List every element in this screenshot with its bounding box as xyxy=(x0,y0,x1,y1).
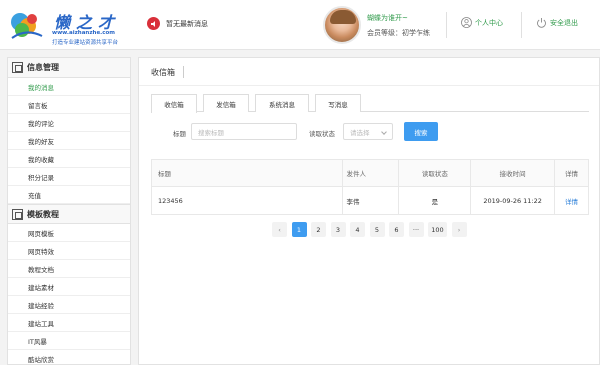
sidebar-group-templates[interactable]: 模板教程 xyxy=(8,204,130,224)
column-header-received-time[interactable]: 接收时间 xyxy=(470,159,555,187)
page-title: 收信箱 xyxy=(151,68,175,77)
cell-read-status: 是 xyxy=(398,186,471,215)
user-name: 蝴蝶为谁开~ xyxy=(367,13,408,22)
header-divider xyxy=(446,12,447,38)
sidebar-group-title: 信息管理 xyxy=(27,63,59,72)
logout-link[interactable]: 安全退出 xyxy=(536,17,578,28)
tab-inbox[interactable]: 收信箱 xyxy=(151,94,197,113)
page-ellipsis: ··· xyxy=(408,222,424,237)
status-filter-label: 读取状态 xyxy=(309,130,335,138)
tab-write-message[interactable]: 写消息 xyxy=(315,94,361,112)
notice-text: 暂无最新消息 xyxy=(166,19,208,28)
main-panel: 收信箱 收信箱 发信箱 系统消息 写消息 标题 搜索标题 读取状态 请选择 搜索… xyxy=(138,57,600,365)
user-block: 蝴蝶为谁开~ 会员等级：初学乍练 xyxy=(323,5,430,45)
site-logo[interactable]: 懒之才 www.aizhanzhe.com 打造专业建站资源共享平台 xyxy=(6,6,136,46)
column-header-detail: 详情 xyxy=(554,159,589,187)
sidebar-item-guestbook[interactable]: 留言板 xyxy=(8,96,130,114)
column-header-read-status[interactable]: 读取状态 xyxy=(398,159,471,187)
page-button-5[interactable]: 5 xyxy=(369,222,385,237)
prev-page-button[interactable]: ‹ xyxy=(272,222,287,237)
user-level: 会员等级：初学乍练 xyxy=(367,28,430,37)
sidebar-item-my-friends[interactable]: 我的好友 xyxy=(8,132,130,150)
tab-outbox[interactable]: 发信箱 xyxy=(203,94,249,112)
page-button-3[interactable]: 3 xyxy=(330,222,346,237)
title-filter-label: 标题 xyxy=(173,130,186,138)
pagination: ‹ 1 2 3 4 5 6 ··· 100 › xyxy=(272,222,471,237)
page-button-100[interactable]: 100 xyxy=(428,222,447,237)
cell-detail: 详情 xyxy=(554,186,589,215)
power-icon xyxy=(537,18,546,28)
column-header-title[interactable]: 标题 xyxy=(151,159,343,187)
next-page-button[interactable]: › xyxy=(451,222,467,237)
table-header-row: 标题 发件人 读取状态 接收时间 详情 xyxy=(151,159,589,187)
search-button[interactable]: 搜索 xyxy=(404,122,438,141)
status-select-placeholder: 请选择 xyxy=(350,128,370,137)
cell-sender: 李伟 xyxy=(341,186,399,215)
logo-mark-icon xyxy=(11,13,43,39)
user-info: 蝴蝶为谁开~ 会员等级：初学乍练 xyxy=(367,13,430,38)
user-center-link[interactable]: 个人中心 xyxy=(461,17,503,28)
sidebar-item-web-templates[interactable]: 网页模板 xyxy=(8,224,130,242)
title-search-input[interactable]: 搜索标题 xyxy=(191,123,297,140)
top-header: 懒之才 www.aizhanzhe.com 打造专业建站资源共享平台 暂无最新消… xyxy=(0,0,600,50)
user-icon xyxy=(461,17,472,28)
sidebar-item-tutorials[interactable]: 教程文档 xyxy=(8,260,130,278)
sidebar: 信息管理 我的消息 留言板 我的评论 我的好友 我的收藏 积分记录 充值 模板教… xyxy=(7,57,131,365)
filter-bar: 标题 搜索标题 读取状态 请选择 搜索 xyxy=(151,122,589,144)
sidebar-item-recharge[interactable]: 充值 xyxy=(8,186,130,204)
cell-title: 123456 xyxy=(151,186,343,215)
templates-icon xyxy=(12,208,23,220)
sidebar-item-it-storm[interactable]: IT风暴 xyxy=(8,332,130,350)
title-divider xyxy=(183,66,184,78)
page-button-1[interactable]: 1 xyxy=(291,222,307,237)
cell-received-time: 2019-09-26 11:22 xyxy=(470,186,555,215)
info-management-icon xyxy=(12,62,23,73)
sidebar-item-materials[interactable]: 建站素材 xyxy=(8,278,130,296)
logo-url: www.aizhanzhe.com xyxy=(52,30,116,36)
message-table: 标题 发件人 读取状态 接收时间 详情 123456 李伟 是 2019-09-… xyxy=(151,159,589,215)
sidebar-item-my-messages[interactable]: 我的消息 xyxy=(8,78,130,96)
chevron-down-icon xyxy=(381,129,387,135)
table-row[interactable]: 123456 李伟 是 2019-09-26 11:22 详情 xyxy=(151,186,589,215)
sidebar-item-my-favorites[interactable]: 我的收藏 xyxy=(8,150,130,168)
status-select[interactable]: 请选择 xyxy=(343,123,393,140)
header-divider xyxy=(521,12,522,38)
tab-system-messages[interactable]: 系统消息 xyxy=(255,94,309,112)
sidebar-group-title: 模板教程 xyxy=(27,209,59,219)
title-underline xyxy=(139,85,599,86)
sidebar-item-tools[interactable]: 建站工具 xyxy=(8,314,130,332)
detail-link[interactable]: 详情 xyxy=(565,198,578,206)
notice-bar[interactable]: 暂无最新消息 xyxy=(147,17,208,30)
sidebar-group-info[interactable]: 信息管理 xyxy=(8,58,130,78)
sidebar-item-my-comments[interactable]: 我的评论 xyxy=(8,114,130,132)
column-header-sender[interactable]: 发件人 xyxy=(341,159,399,187)
page-button-2[interactable]: 2 xyxy=(311,222,326,237)
page-button-6[interactable]: 6 xyxy=(389,222,404,237)
logo-slogan: 打造专业建站资源共享平台 xyxy=(52,40,119,46)
logout-label: 安全退出 xyxy=(550,18,578,27)
speaker-icon xyxy=(147,17,160,30)
avatar[interactable] xyxy=(323,6,361,44)
sidebar-item-web-effects[interactable]: 网页特效 xyxy=(8,242,130,260)
sidebar-item-experience[interactable]: 建站经验 xyxy=(8,296,130,314)
message-tabs: 收信箱 发信箱 系统消息 写消息 xyxy=(151,94,589,113)
sidebar-item-showcase[interactable]: 酷站欣赏 xyxy=(8,350,130,364)
page-button-4[interactable]: 4 xyxy=(350,222,365,237)
sidebar-item-points-record[interactable]: 积分记录 xyxy=(8,168,130,186)
user-center-label: 个人中心 xyxy=(475,18,503,27)
